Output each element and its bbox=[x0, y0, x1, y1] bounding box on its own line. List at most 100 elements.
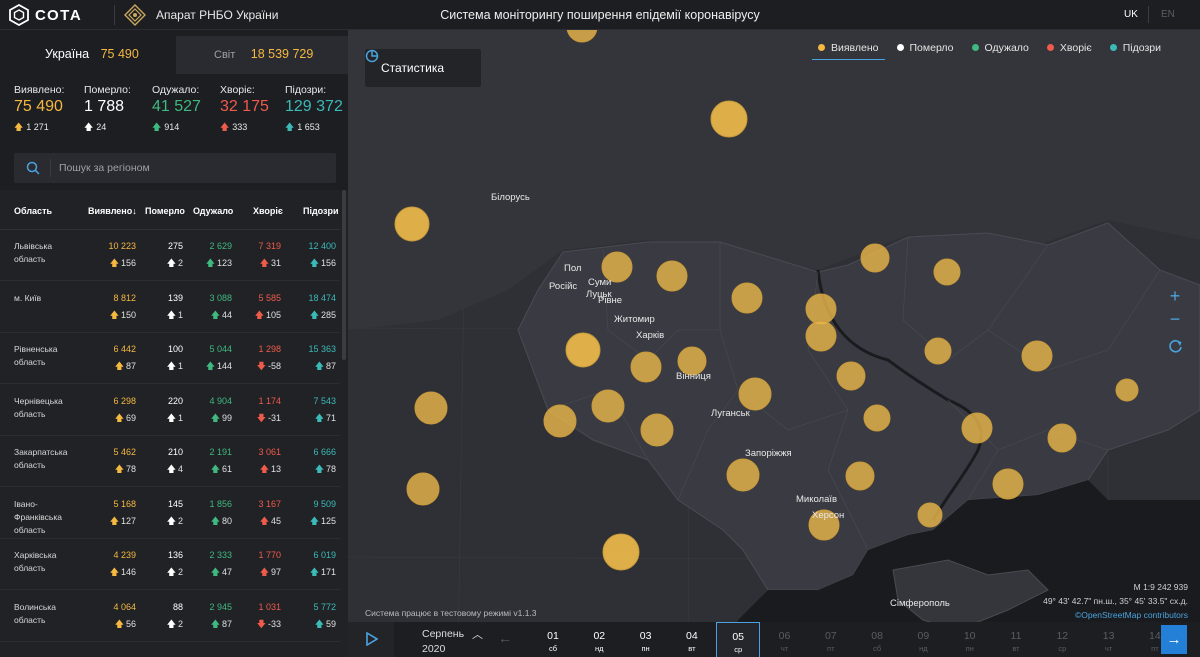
osm-attribution-link[interactable]: ©OpenStreetMap contributors bbox=[1075, 610, 1188, 620]
scrollbar[interactable] bbox=[342, 190, 346, 360]
arrow-down-icon: 🡇 bbox=[256, 412, 266, 423]
case-bubble[interactable] bbox=[924, 337, 952, 365]
case-bubble[interactable] bbox=[640, 413, 674, 447]
case-bubble[interactable] bbox=[731, 282, 763, 314]
cell-detected: 5 168 🡅 127 bbox=[80, 498, 136, 530]
next-button[interactable]: → bbox=[1161, 625, 1187, 654]
case-bubble[interactable] bbox=[394, 206, 430, 242]
table-row[interactable]: Івано-Франківська область 5 168 🡅 127 145 🡅 2 1… bbox=[0, 488, 340, 539]
case-bubble[interactable] bbox=[917, 502, 943, 528]
recovered-delta: 🡅 87 bbox=[185, 617, 232, 633]
day-number: 03 bbox=[639, 630, 652, 642]
case-bubble[interactable] bbox=[591, 389, 625, 423]
day-02[interactable]: 02 нд bbox=[577, 622, 621, 657]
day-10[interactable]: 10 пн bbox=[948, 622, 992, 657]
day-05[interactable]: 05 ср bbox=[716, 622, 761, 657]
case-bubble[interactable] bbox=[602, 533, 640, 571]
app-logo[interactable]: СОТА bbox=[8, 4, 82, 26]
died-value: 139 bbox=[167, 292, 183, 303]
arrow-up-icon: 🡅 bbox=[166, 515, 176, 526]
case-bubble[interactable] bbox=[738, 377, 772, 411]
died-value: 136 bbox=[167, 550, 183, 560]
case-bubble[interactable] bbox=[726, 458, 760, 492]
tab-ukraine[interactable]: Україна 75 490 bbox=[0, 36, 176, 74]
case-bubble[interactable] bbox=[656, 260, 688, 292]
day-weekday: вт bbox=[688, 644, 696, 653]
day-12[interactable]: 12 ср bbox=[1040, 622, 1084, 657]
th-region[interactable]: Область bbox=[14, 206, 52, 216]
legend-suspected[interactable]: Підозри bbox=[1109, 42, 1161, 54]
case-bubble[interactable] bbox=[845, 461, 875, 491]
day-08[interactable]: 08 сб bbox=[855, 622, 899, 657]
tab-world[interactable]: Світ 18 539 729 bbox=[176, 36, 348, 74]
suspected-delta: 🡅 78 bbox=[288, 462, 336, 478]
statistics-button[interactable]: Статистика bbox=[365, 49, 481, 87]
prev-arrow-icon[interactable]: ← bbox=[498, 630, 512, 646]
day-13[interactable]: 13 чт bbox=[1087, 622, 1131, 657]
arrow-up-icon: 🡅 bbox=[210, 618, 220, 629]
th-suspected[interactable]: Підозри bbox=[303, 206, 339, 216]
table-row[interactable]: Львівська область 10 223 🡅 156 275 🡅 2 2 629 🡅 12… bbox=[0, 230, 340, 281]
table-row[interactable]: Волинська область 4 064 🡅 56 88 🡅 2 2 945 🡅 87 1 0… bbox=[0, 591, 340, 642]
org-brand[interactable]: Апарат РНБО України bbox=[124, 4, 279, 26]
case-bubble[interactable] bbox=[406, 472, 440, 506]
search-input[interactable] bbox=[59, 153, 329, 183]
day-03[interactable]: 03 пн bbox=[624, 622, 668, 657]
sick-value: 1 174 bbox=[258, 395, 281, 406]
case-bubble[interactable] bbox=[933, 258, 961, 286]
play-button[interactable] bbox=[348, 622, 394, 657]
day-weekday: ср bbox=[734, 645, 743, 654]
case-bubble[interactable] bbox=[1115, 378, 1139, 402]
case-bubble[interactable] bbox=[710, 100, 748, 138]
case-bubble[interactable] bbox=[1047, 423, 1077, 453]
case-bubble[interactable] bbox=[836, 361, 866, 391]
region-search[interactable] bbox=[14, 153, 336, 183]
day-01[interactable]: 01 сб bbox=[531, 622, 575, 657]
legend-sick[interactable]: Хворіє bbox=[1046, 41, 1092, 54]
case-bubble[interactable] bbox=[860, 243, 890, 273]
case-bubble[interactable] bbox=[863, 404, 891, 432]
arrow-up-icon: 🡅 bbox=[309, 258, 319, 268]
day-06[interactable]: 06 чт bbox=[763, 622, 807, 657]
th-sick[interactable]: Хворіє bbox=[253, 206, 283, 216]
stat-delta-value: 914 bbox=[164, 122, 180, 132]
died-delta: 🡅 2 bbox=[136, 256, 183, 272]
case-bubble[interactable] bbox=[805, 293, 837, 325]
case-bubble[interactable] bbox=[565, 332, 601, 368]
case-bubble[interactable] bbox=[992, 468, 1024, 500]
stat-value: 41 527 bbox=[152, 98, 201, 115]
lang-en-button[interactable]: EN bbox=[1161, 9, 1175, 20]
month-selector[interactable]: Серпень 2020 ︿ bbox=[408, 622, 496, 657]
table-row[interactable]: Закарпатська область 5 462 🡅 78 210 🡅 4 2 191 🡅 6… bbox=[0, 436, 340, 487]
stat-label: Підозри: bbox=[285, 84, 327, 96]
table-row[interactable]: Рівненська область 6 442 🡅 87 100 🡅 1 5 044 🡅 144… bbox=[0, 333, 340, 384]
map-view[interactable]: Статистика Виявлено Померло Одужало Хвор… bbox=[348, 30, 1200, 657]
th-detected[interactable]: Виявлено↓ bbox=[88, 206, 137, 216]
table-row[interactable]: Чернівецька область 6 298 🡅 69 220 🡅 1 4 904 🡅 99… bbox=[0, 385, 340, 436]
legend-died[interactable]: Померло bbox=[896, 42, 954, 54]
lang-uk-button[interactable]: UK bbox=[1124, 9, 1138, 20]
zoom-out-button[interactable]: − bbox=[1165, 309, 1185, 329]
table-row[interactable]: м. Київ 8 812 🡅 150 139 🡅 1 3 088 🡅 44 5 585 🡅 105 18… bbox=[0, 282, 340, 333]
th-recovered[interactable]: Одужало bbox=[193, 206, 233, 216]
case-bubble[interactable] bbox=[543, 404, 577, 438]
case-bubble[interactable] bbox=[414, 391, 448, 425]
table-row[interactable]: Харківська область 4 239 🡅 146 136 🡅 2 2 333 🡅 47… bbox=[0, 539, 340, 590]
legend-label: Хворіє bbox=[1059, 41, 1092, 54]
th-died[interactable]: Померло bbox=[145, 206, 185, 216]
day-07[interactable]: 07 пт bbox=[809, 622, 853, 657]
day-04[interactable]: 04 вт bbox=[670, 622, 714, 657]
legend-detected[interactable]: Виявлено bbox=[812, 42, 885, 60]
case-bubble[interactable] bbox=[961, 412, 993, 444]
refresh-icon[interactable] bbox=[1168, 339, 1183, 354]
legend-recovered[interactable]: Одужало bbox=[971, 42, 1029, 54]
sick-delta: 🡇 -58 bbox=[235, 359, 281, 375]
day-09[interactable]: 09 нд bbox=[901, 622, 945, 657]
detected-delta-value: 56 bbox=[125, 618, 136, 629]
day-11[interactable]: 11 вт bbox=[994, 622, 1038, 657]
case-bubble[interactable] bbox=[1021, 340, 1053, 372]
recovered-value: 2 629 bbox=[209, 241, 232, 251]
case-bubble[interactable] bbox=[805, 320, 837, 352]
case-bubble[interactable] bbox=[630, 351, 662, 383]
zoom-in-button[interactable]: + bbox=[1165, 286, 1185, 306]
